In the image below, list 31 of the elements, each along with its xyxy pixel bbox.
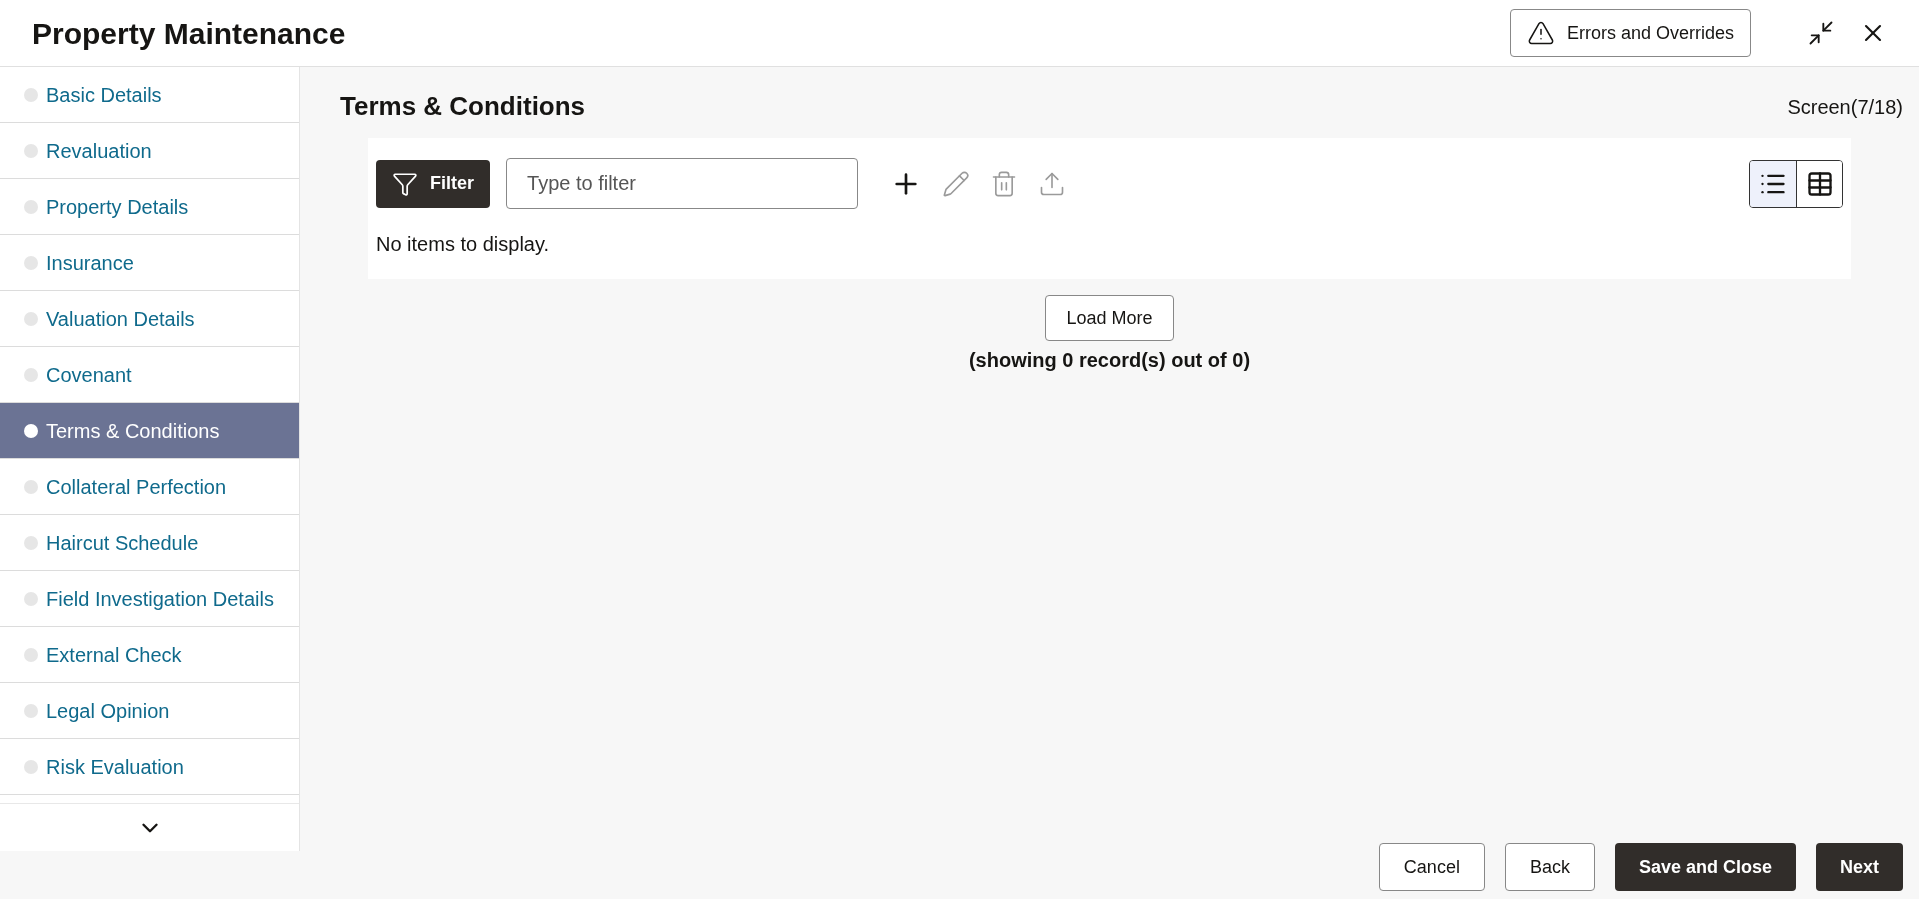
filter-button[interactable]: Filter (376, 159, 490, 208)
secondary-button[interactable]: Back (1504, 843, 1595, 891)
sidebar-item[interactable]: Field Investigation Details (0, 571, 299, 627)
load-more-button[interactable]: Load More (1045, 295, 1174, 341)
minimize-icon[interactable] (1807, 19, 1835, 47)
errors-and-overrides-button[interactable]: Errors and Overrides (1509, 9, 1751, 57)
primary-button[interactable]: Save and Close (1614, 843, 1796, 891)
section-title: Terms & Conditions (340, 90, 586, 123)
table-icon (1805, 169, 1834, 198)
sidebar-item[interactable]: Insurance (0, 235, 299, 291)
sidebar-item[interactable]: Risk Evaluation (0, 739, 299, 795)
sidebar-item[interactable]: Revaluation (0, 123, 299, 179)
record-summary: (showing 0 record(s) out of 0) (968, 348, 1251, 373)
list-view-button[interactable] (1750, 160, 1796, 207)
filter-field[interactable]: Type to filter (506, 158, 858, 209)
funnel-icon (392, 170, 418, 197)
sidebar-item[interactable]: Property Details (0, 179, 299, 235)
sidebar-item[interactable]: Haircut Schedule (0, 515, 299, 571)
sidebar-item[interactable]: Basic Details (0, 67, 299, 123)
sidebar-item[interactable]: Legal Opinion (0, 683, 299, 739)
sidebar-item[interactable]: Valuation Details (0, 291, 299, 347)
warning-icon (1526, 19, 1555, 47)
secondary-button[interactable]: Cancel (1378, 843, 1485, 891)
screen-counter: Screen(7/18) (1787, 94, 1903, 120)
sidebar-item[interactable]: Collateral Perfection (0, 459, 299, 515)
window-title: Property Maintenance (32, 15, 346, 52)
empty-message: No items to display. (376, 232, 551, 257)
sidebar-item[interactable]: External Check (0, 627, 299, 683)
sidebar-item[interactable]: Terms & Conditions (0, 403, 299, 459)
table-view-button[interactable] (1796, 160, 1842, 207)
primary-button[interactable]: Next (1816, 843, 1903, 891)
